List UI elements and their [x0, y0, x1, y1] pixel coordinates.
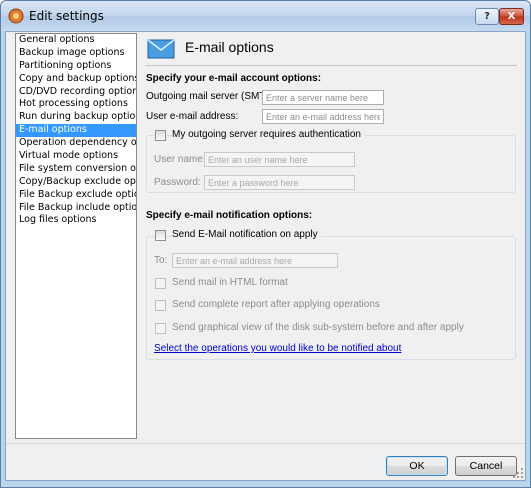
email-options-panel: E-mail options Specify your e-mail accou…	[145, 33, 521, 439]
sidebar-item[interactable]: Virtual mode options	[16, 150, 136, 163]
edit-settings-window: Edit settings ? X General options Backup …	[0, 0, 531, 488]
dialog-body: General options Backup image options Parti…	[5, 31, 526, 481]
sidebar-item[interactable]: CD/DVD recording options	[16, 86, 136, 99]
title-bar[interactable]: Edit settings ? X	[1, 1, 530, 31]
email-address-label: User e-mail address:	[146, 111, 239, 122]
email-address-input[interactable]	[262, 109, 384, 124]
complete-report-label[interactable]: Send complete report after applying oper…	[172, 299, 380, 310]
sidebar-item[interactable]: E-mail options	[16, 124, 136, 138]
sidebar-item[interactable]: Run during backup options	[16, 111, 136, 124]
complete-report-checkbox[interactable]	[155, 300, 166, 311]
auth-checkbox[interactable]	[155, 130, 166, 141]
password-label: Password:	[154, 177, 201, 188]
sidebar-item[interactable]: Backup image options	[16, 47, 136, 60]
sidebar-item[interactable]: Hot processing options	[16, 98, 136, 111]
sidebar-item[interactable]: Log files options	[16, 214, 136, 227]
select-operations-link[interactable]: Select the operations you would like to …	[154, 343, 401, 354]
sidebar-item[interactable]: Partitioning options	[16, 60, 136, 73]
to-address-input[interactable]	[172, 253, 338, 268]
page-title: E-mail options	[185, 39, 274, 55]
sidebar-item[interactable]: Copy and backup options	[16, 73, 136, 86]
sidebar-item[interactable]: General options	[16, 34, 136, 47]
settings-category-list[interactable]: General options Backup image options Parti…	[15, 33, 137, 439]
send-notification-checkbox[interactable]	[155, 230, 166, 241]
sidebar-item[interactable]: Operation dependency options	[16, 137, 136, 150]
ok-button[interactable]: OK	[386, 456, 448, 476]
smtp-label: Outgoing mail server (SMTP):	[146, 91, 279, 102]
envelope-icon	[147, 39, 175, 59]
account-section-title: Specify your e-mail account options:	[146, 73, 322, 84]
sidebar-item[interactable]: File system conversion options	[16, 163, 136, 176]
smtp-server-input[interactable]	[262, 90, 384, 105]
password-input[interactable]	[204, 175, 355, 190]
header-divider	[145, 65, 517, 66]
auth-checkbox-label[interactable]: My outgoing server requires authenticati…	[172, 129, 364, 140]
graphical-view-label[interactable]: Send graphical view of the disk sub-syst…	[172, 322, 464, 333]
to-label: To:	[154, 255, 168, 266]
notification-section-title: Specify e-mail notification options:	[146, 210, 313, 221]
sidebar-item[interactable]: File Backup exclude options	[16, 189, 136, 202]
graphical-view-checkbox[interactable]	[155, 323, 166, 334]
close-button[interactable]: X	[499, 8, 524, 25]
footer-divider	[6, 443, 525, 444]
sidebar-item[interactable]: Copy/Backup exclude options	[16, 176, 136, 189]
html-format-checkbox[interactable]	[155, 278, 166, 289]
sidebar-item[interactable]: File Backup include options	[16, 202, 136, 215]
html-format-label[interactable]: Send mail in HTML format	[172, 277, 288, 288]
send-notification-label[interactable]: Send E-Mail notification on apply	[172, 229, 321, 240]
username-label: User name:	[154, 154, 206, 165]
help-button[interactable]: ?	[475, 8, 499, 25]
resize-grip-icon[interactable]	[512, 467, 524, 479]
cancel-button[interactable]: Cancel	[455, 456, 517, 476]
username-input[interactable]	[204, 152, 355, 167]
window-title: Edit settings	[29, 9, 104, 23]
app-icon	[8, 8, 24, 24]
